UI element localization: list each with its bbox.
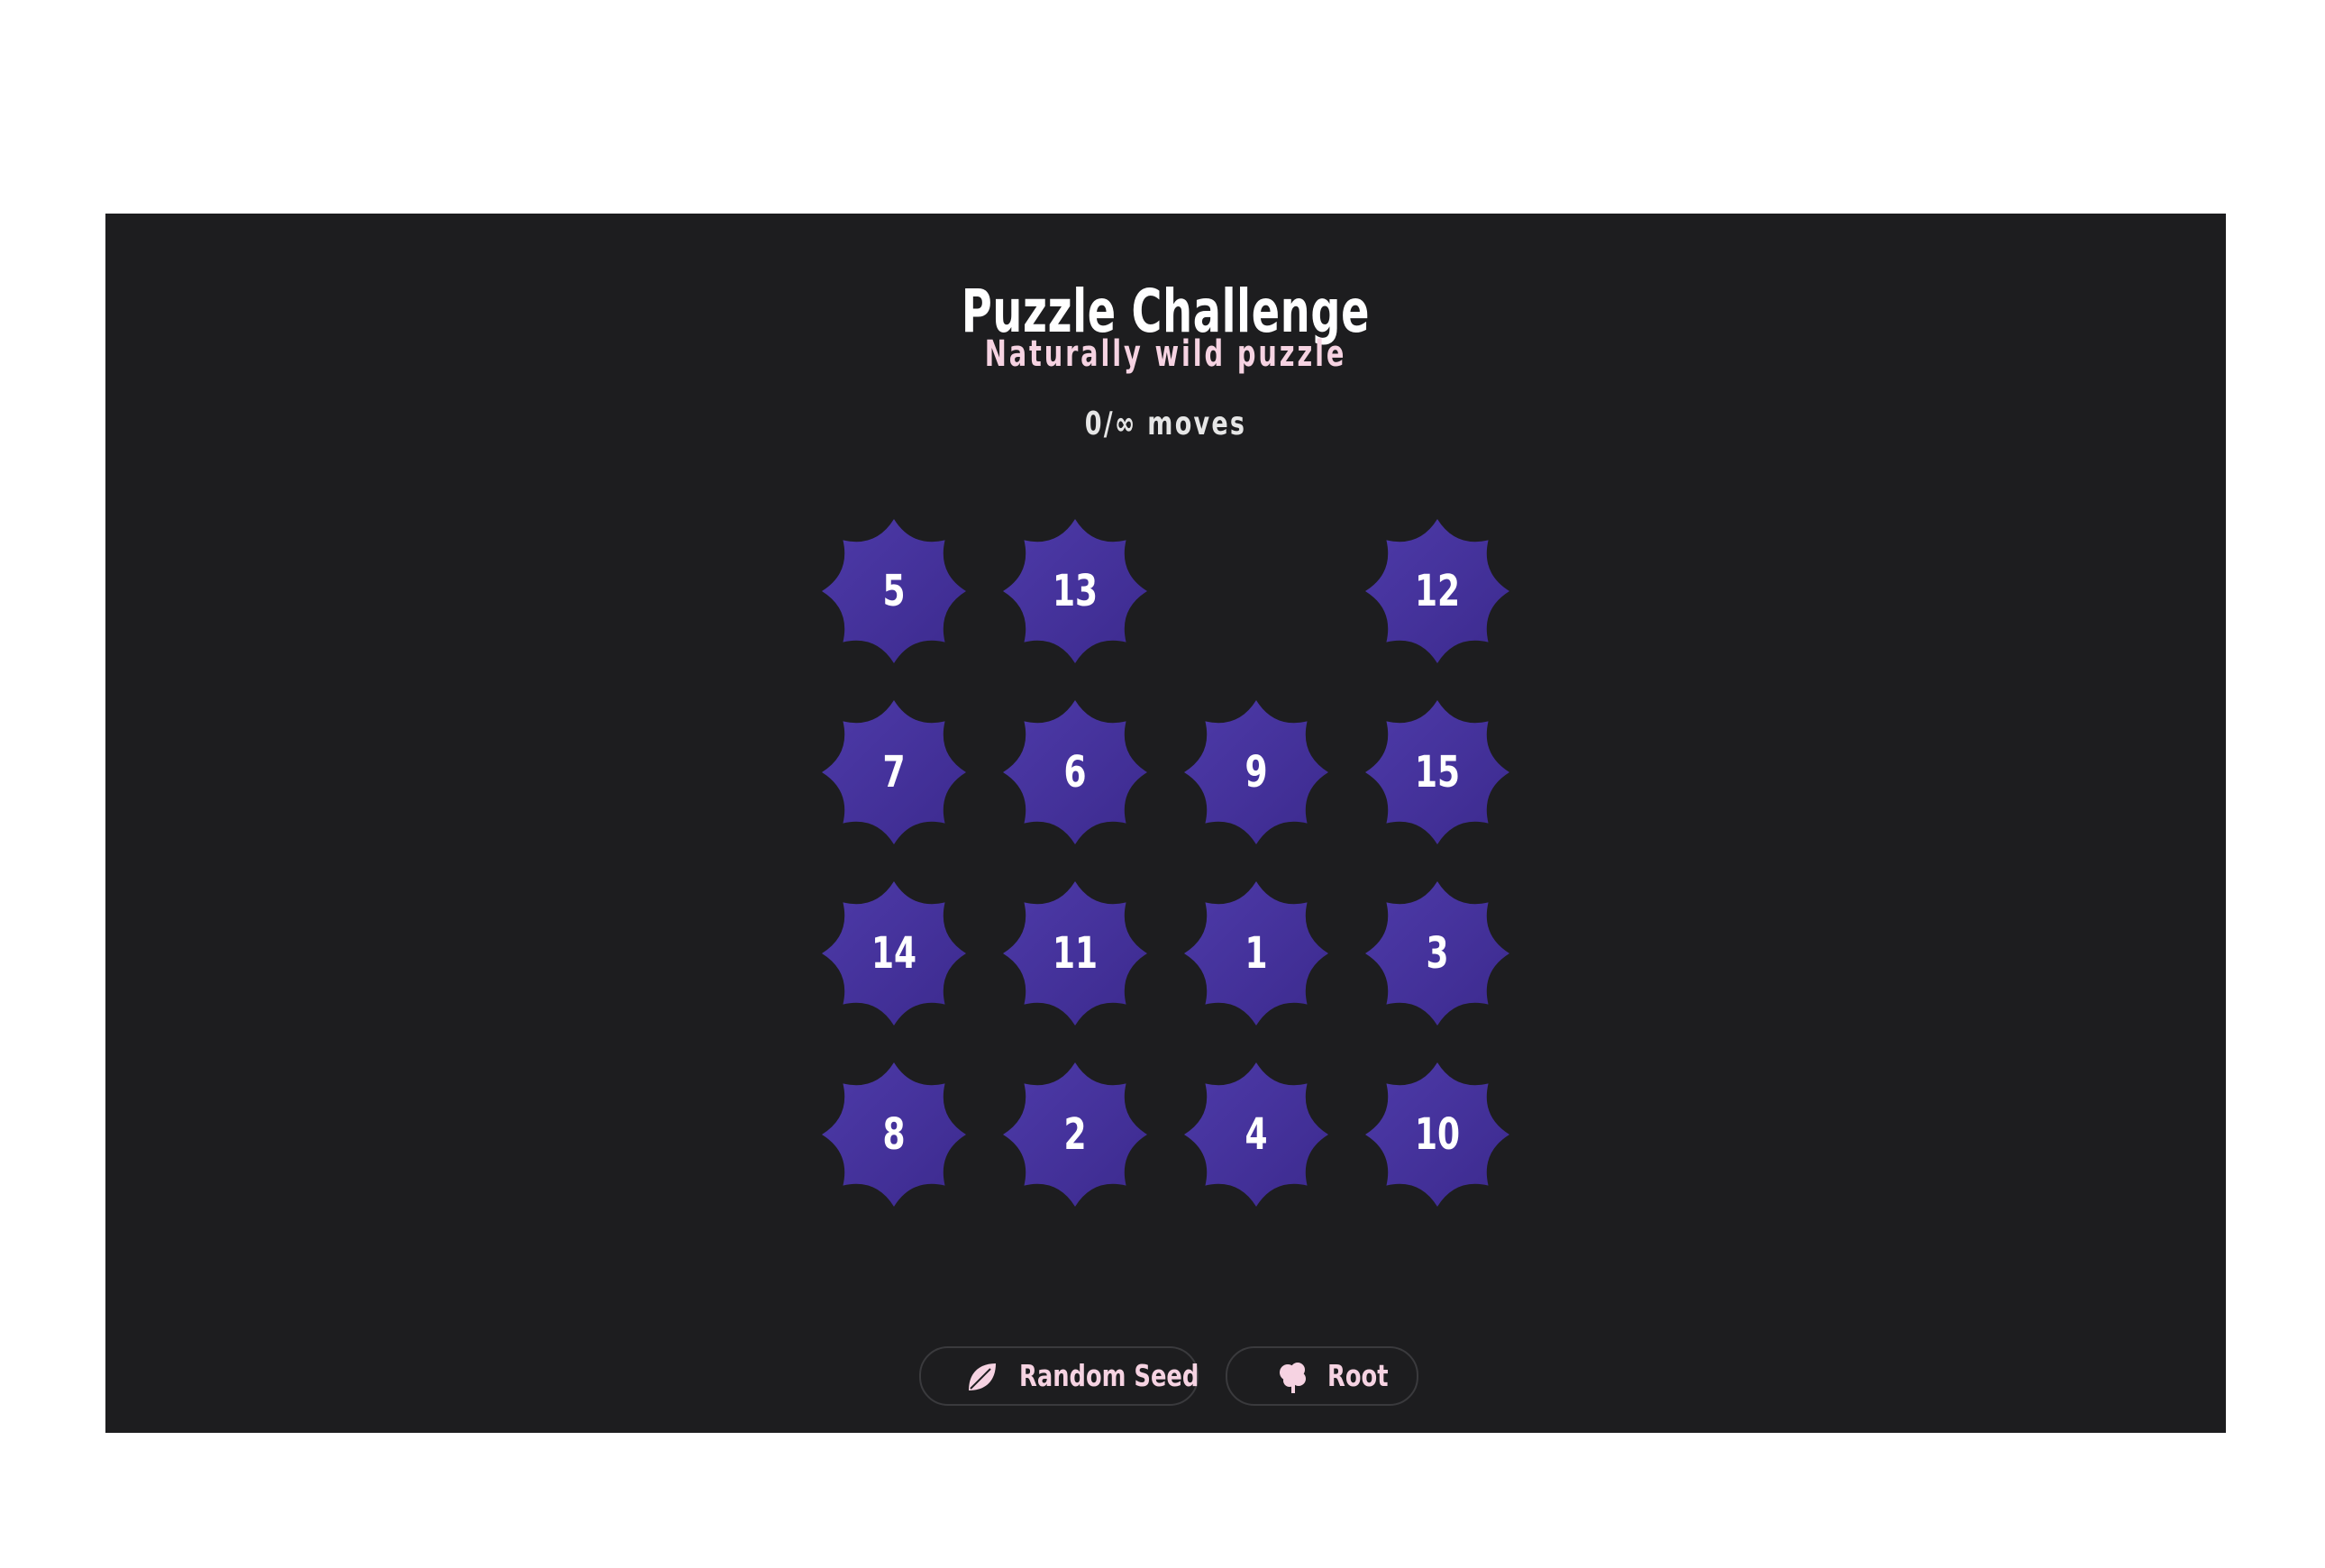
tile-number: 2 (1063, 1109, 1087, 1160)
tile-number: 12 (1414, 566, 1461, 616)
puzzle-tile[interactable]: 9 (1183, 699, 1329, 845)
puzzle-tile[interactable]: 5 (821, 518, 967, 664)
tile-number: 9 (1245, 747, 1268, 798)
puzzle-tile[interactable]: 6 (1002, 699, 1148, 845)
tile-number: 8 (882, 1109, 906, 1160)
root-label: Root (1327, 1358, 1389, 1393)
game-panel: Puzzle Challenge Naturally wild puzzle 0… (105, 214, 2226, 1433)
random-seed-button[interactable]: Random Seed (919, 1346, 1199, 1406)
tree-icon (1276, 1360, 1310, 1394)
tile-number: 1 (1245, 928, 1268, 979)
tile-number: 13 (1052, 566, 1099, 616)
puzzle-tile[interactable]: 7 (821, 699, 967, 845)
random-seed-label: Random Seed (1019, 1358, 1199, 1393)
tile-number: 14 (871, 928, 917, 979)
puzzle-tile[interactable]: 14 (821, 880, 967, 1026)
tile-number: 7 (882, 747, 906, 798)
puzzle-board: 5 13 12 7 6 9 15 14 11 1 3 8 2 4 10 (821, 518, 1524, 1221)
tile-number: 11 (1052, 928, 1099, 979)
tile-number: 3 (1426, 928, 1449, 979)
leaf-icon (965, 1360, 999, 1394)
root-button[interactable]: Root (1226, 1346, 1418, 1406)
puzzle-tile[interactable]: 11 (1002, 880, 1148, 1026)
tile-number: 5 (882, 566, 906, 616)
puzzle-tile[interactable]: 2 (1002, 1062, 1148, 1208)
tile-number: 15 (1414, 747, 1461, 798)
tile-number: 4 (1245, 1109, 1268, 1160)
puzzle-tile[interactable]: 13 (1002, 518, 1148, 664)
puzzle-tile[interactable]: 12 (1364, 518, 1510, 664)
moves-counter: 0/∞ moves (1084, 406, 1247, 442)
puzzle-tile[interactable]: 3 (1364, 880, 1510, 1026)
puzzle-tile[interactable]: 1 (1183, 880, 1329, 1026)
puzzle-tile[interactable]: 4 (1183, 1062, 1329, 1208)
puzzle-tile[interactable]: 8 (821, 1062, 967, 1208)
tile-number: 6 (1063, 747, 1087, 798)
tile-number: 10 (1414, 1109, 1461, 1160)
controls-bar: Random Seed Root (105, 1346, 2226, 1406)
puzzle-tile[interactable]: 15 (1364, 699, 1510, 845)
game-subtitle: Naturally wild puzzle (984, 333, 1347, 375)
puzzle-tile[interactable]: 10 (1364, 1062, 1510, 1208)
